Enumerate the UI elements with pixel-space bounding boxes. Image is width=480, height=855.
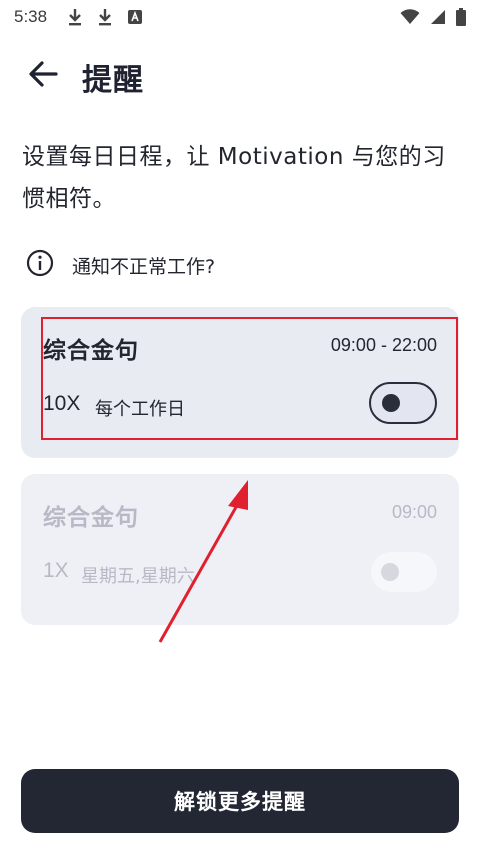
signal-icon xyxy=(430,9,446,25)
unlock-more-reminders-button[interactable]: 解锁更多提醒 xyxy=(21,769,459,833)
reminder-title: 综合金句 xyxy=(43,505,139,531)
toggle-knob xyxy=(381,563,399,581)
status-right xyxy=(400,8,466,26)
reminder-count: 1X xyxy=(43,559,69,582)
reminder-toggle[interactable] xyxy=(369,382,437,424)
reminder-toggle-disabled[interactable] xyxy=(371,552,437,592)
text-notification-icon xyxy=(127,9,143,25)
battery-icon xyxy=(456,8,466,26)
download-icon xyxy=(97,8,113,26)
reminder-title: 综合金句 xyxy=(43,338,139,364)
reminder-days: 星期五,星期六 xyxy=(81,566,195,587)
toggle-knob xyxy=(382,394,400,412)
status-time: 5:38 xyxy=(14,7,48,26)
page-title: 提醒 xyxy=(82,63,144,98)
notification-help-link[interactable]: 通知不正常工作? xyxy=(26,248,215,282)
status-bar: 5:38 xyxy=(0,0,480,34)
download-icon xyxy=(67,8,83,26)
reminder-time-range: 09:00 - 22:00 xyxy=(330,335,437,355)
info-icon xyxy=(26,249,54,281)
reminder-time: 09:00 xyxy=(391,502,437,522)
help-text: 通知不正常工作? xyxy=(72,255,216,278)
arrow-left-icon xyxy=(28,61,58,91)
locked-reminder-card[interactable]: 综合金句 09:00 1X 星期五,星期六 xyxy=(21,474,459,625)
page-description: 设置每日日程，让 Motivation 与您的习惯相符。 xyxy=(22,144,446,212)
reminder-days: 每个工作日 xyxy=(95,399,185,420)
header: 提醒 xyxy=(0,50,480,102)
status-left: 5:38 xyxy=(14,7,143,27)
back-button[interactable] xyxy=(24,58,62,94)
reminders-screen: 5:38 提醒 设置每日日程，让 Motivation 与您的习惯相符。 通知不… xyxy=(0,0,480,855)
reminder-card[interactable]: 综合金句 09:00 - 22:00 10X 每个工作日 xyxy=(21,307,459,458)
wifi-icon xyxy=(400,9,420,25)
status-notification-icons xyxy=(67,8,143,26)
reminder-count: 10X xyxy=(43,392,81,415)
